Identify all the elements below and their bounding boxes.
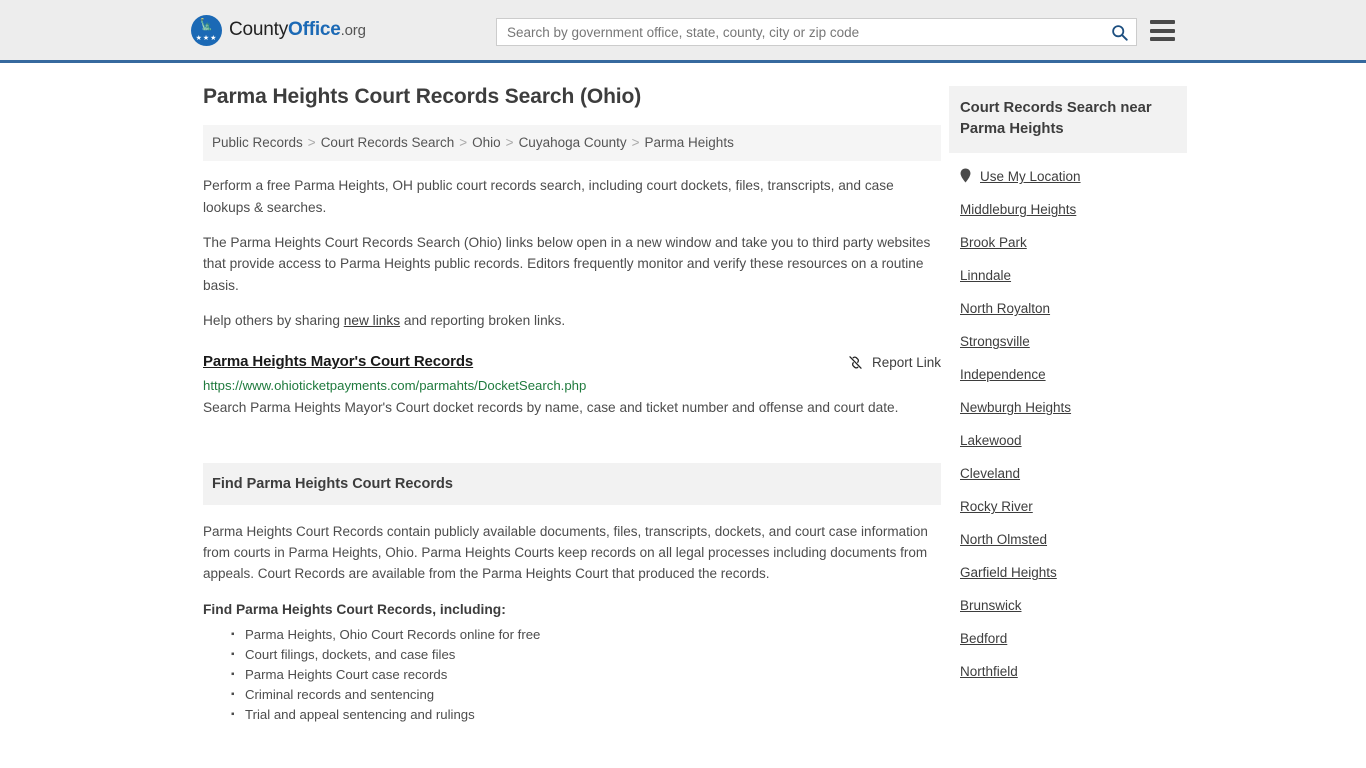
breadcrumb-item-cuyahoga-county[interactable]: Cuyahoga County: [519, 135, 627, 150]
site-logo[interactable]: 🗽 ★★★ CountyOffice.org: [191, 14, 366, 46]
record-description: Search Parma Heights Mayor's Court docke…: [203, 400, 899, 416]
breadcrumb-separator: >: [459, 135, 468, 150]
search-icon: [1111, 24, 1128, 41]
map-pin-icon: [960, 168, 971, 183]
help-paragraph: Help others by sharing new links and rep…: [203, 310, 941, 331]
hamburger-bar: [1150, 37, 1175, 41]
sidebar-item-bedford[interactable]: Bedford: [949, 622, 1007, 655]
list-item: Use My Location: [949, 153, 1187, 193]
page-body: Parma Heights Court Records Search (Ohio…: [0, 63, 1366, 725]
list-item: Bedford: [949, 622, 1187, 655]
record-result: Parma Heights Mayor's Court Records Repo…: [203, 353, 941, 418]
breadcrumb-item-ohio[interactable]: Ohio: [472, 135, 501, 150]
sidebar-nearby-list: Use My Location Middleburg Heights Brook…: [949, 153, 1187, 688]
record-title-link[interactable]: Parma Heights Mayor's Court Records: [203, 353, 473, 370]
brand-county: County: [229, 19, 289, 40]
sidebar-item-north-royalton[interactable]: North Royalton: [949, 292, 1050, 325]
hamburger-bar: [1150, 20, 1175, 24]
broken-link-icon: [849, 356, 862, 370]
report-link-button[interactable]: Report Link: [847, 353, 941, 371]
sidebar-item-north-olmsted[interactable]: North Olmsted: [949, 523, 1047, 556]
sidebar-header: Court Records Search near Parma Heights: [949, 86, 1187, 154]
list-item: Northfield: [949, 655, 1187, 688]
sidebar-item-use-my-location[interactable]: Use My Location: [949, 153, 1081, 193]
breadcrumb-separator: >: [505, 135, 514, 150]
find-records-section-header: Find Parma Heights Court Records: [203, 462, 941, 505]
record-header-row: Parma Heights Mayor's Court Records Repo…: [203, 353, 941, 371]
sidebar-item-newburgh-heights[interactable]: Newburgh Heights: [949, 391, 1071, 424]
list-item: North Royalton: [949, 292, 1187, 325]
hamburger-bar: [1150, 28, 1175, 33]
sidebar-item-linndale[interactable]: Linndale: [949, 259, 1011, 292]
record-url-link[interactable]: https://www.ohioticketpayments.com/parma…: [203, 378, 941, 393]
new-links-link[interactable]: new links: [344, 313, 400, 328]
brand-wordmark: CountyOffice.org: [229, 19, 366, 41]
sidebar-item-middleburg-heights[interactable]: Middleburg Heights: [949, 193, 1076, 226]
brand-tld: .org: [340, 22, 366, 39]
breadcrumb: Public Records > Court Records Search > Ohio…: [203, 125, 941, 162]
search-input[interactable]: [497, 19, 1102, 45]
list-item: Trial and appeal sentencing and rulings: [231, 705, 941, 725]
list-item: Middleburg Heights: [949, 193, 1187, 226]
sidebar-item-rocky-river[interactable]: Rocky River: [949, 490, 1033, 523]
brand-office: Office: [288, 19, 341, 40]
breadcrumb-item-court-records-search[interactable]: Court Records Search: [321, 135, 455, 150]
sidebar-item-strongsville[interactable]: Strongsville: [949, 325, 1030, 358]
sidebar-item-northfield[interactable]: Northfield: [949, 655, 1018, 688]
help-prefix: Help others by sharing: [203, 313, 344, 329]
find-records-body: Parma Heights Court Records contain publ…: [203, 523, 928, 581]
site-header: 🗽 ★★★ CountyOffice.org: [0, 0, 1366, 63]
list-item: Brook Park: [949, 226, 1187, 259]
sidebar-item-garfield-heights[interactable]: Garfield Heights: [949, 556, 1057, 589]
sidebar-item-brunswick[interactable]: Brunswick: [949, 589, 1022, 622]
hamburger-menu-icon[interactable]: [1150, 20, 1175, 41]
sidebar-item-lakewood[interactable]: Lakewood: [949, 424, 1022, 457]
main-content: Parma Heights Court Records Search (Ohio…: [203, 63, 941, 725]
list-item: Parma Heights Court case records: [231, 665, 941, 685]
sidebar-item-independence[interactable]: Independence: [949, 358, 1046, 391]
breadcrumb-item-parma-heights[interactable]: Parma Heights: [645, 135, 734, 150]
list-item: Linndale: [949, 259, 1187, 292]
list-item: Brunswick: [949, 589, 1187, 622]
search-button[interactable]: [1102, 19, 1136, 45]
list-item: Court filings, dockets, and case files: [231, 645, 941, 665]
description-paragraph: The Parma Heights Court Records Search (…: [203, 234, 931, 293]
breadcrumb-separator: >: [307, 135, 316, 150]
list-item: Parma Heights, Ohio Court Records online…: [231, 625, 941, 645]
list-item: Strongsville: [949, 325, 1187, 358]
list-item: North Olmsted: [949, 523, 1187, 556]
sidebar-item-label: Use My Location: [980, 169, 1081, 185]
list-item: Independence: [949, 358, 1187, 391]
sidebar-item-brook-park[interactable]: Brook Park: [949, 226, 1027, 259]
list-item: Rocky River: [949, 490, 1187, 523]
report-link-label: Report Link: [871, 355, 941, 371]
list-item: Cleveland: [949, 457, 1187, 490]
breadcrumb-item-public-records[interactable]: Public Records: [212, 135, 303, 150]
intro-paragraph: Perform a free Parma Heights, OH public …: [203, 178, 894, 215]
find-records-list: Parma Heights, Ohio Court Records online…: [203, 625, 941, 725]
list-item: Newburgh Heights: [949, 391, 1187, 424]
list-item: Lakewood: [949, 424, 1187, 457]
page-title: Parma Heights Court Records Search (Ohio…: [203, 85, 642, 108]
eagle-seal-icon: 🗽 ★★★: [191, 14, 222, 46]
find-records-subhead: Find Parma Heights Court Records, includ…: [203, 602, 506, 618]
sidebar: Court Records Search near Parma Heights …: [949, 63, 1187, 725]
breadcrumb-separator: >: [631, 135, 640, 150]
search-bar: [496, 18, 1137, 46]
list-item: Garfield Heights: [949, 556, 1187, 589]
help-suffix: and reporting broken links.: [400, 313, 566, 329]
sidebar-item-cleveland[interactable]: Cleveland: [949, 457, 1020, 490]
list-item: Criminal records and sentencing: [231, 685, 941, 705]
